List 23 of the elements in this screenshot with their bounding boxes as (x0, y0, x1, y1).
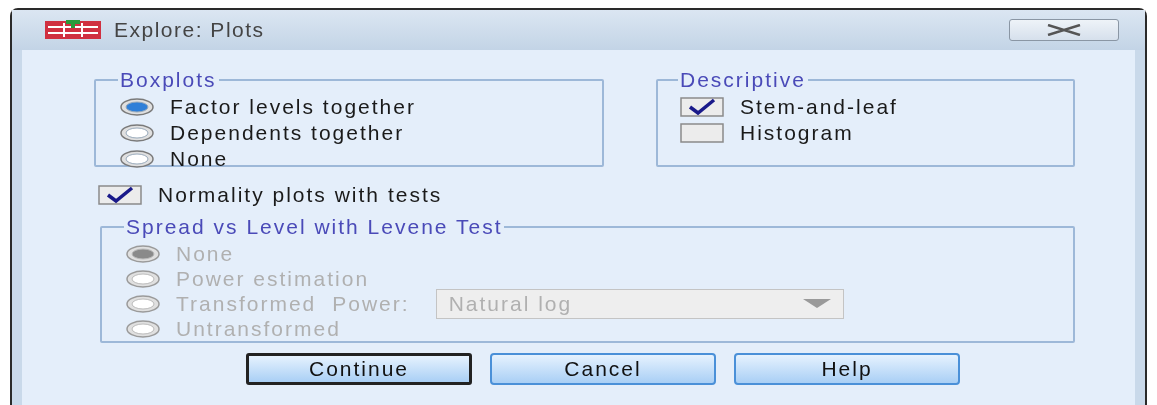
radio-label[interactable]: None (170, 147, 229, 171)
radio-label[interactable]: Dependents together (170, 121, 405, 145)
checkbox-label[interactable]: Normality plots with tests (158, 183, 443, 207)
checkbox[interactable] (98, 185, 142, 205)
checkbox-label[interactable]: Stem-and-leaf (740, 95, 898, 119)
radio-label[interactable]: Factor levels together (170, 95, 416, 119)
checkbox[interactable] (680, 97, 724, 117)
checkbox-label[interactable]: Histogram (740, 121, 854, 145)
dialog-button[interactable]: Continue (246, 353, 472, 385)
group-title: Descriptive (679, 68, 807, 92)
dialog-button[interactable]: Cancel (490, 353, 716, 385)
window-title: Explore: Plots (114, 18, 266, 42)
radio-button[interactable] (120, 98, 154, 116)
dialog-button[interactable]: Help (734, 353, 960, 385)
caret-icon (802, 298, 831, 309)
checkbox[interactable] (680, 123, 724, 143)
power-label: Power: (332, 291, 410, 316)
radio-button[interactable] (120, 124, 154, 142)
close-button[interactable] (1009, 19, 1119, 41)
group-title: Spread vs Level with Levene Test (125, 215, 504, 239)
group-title: Boxplots (119, 68, 218, 92)
table-icon (44, 20, 102, 40)
radio-button[interactable] (120, 150, 154, 168)
